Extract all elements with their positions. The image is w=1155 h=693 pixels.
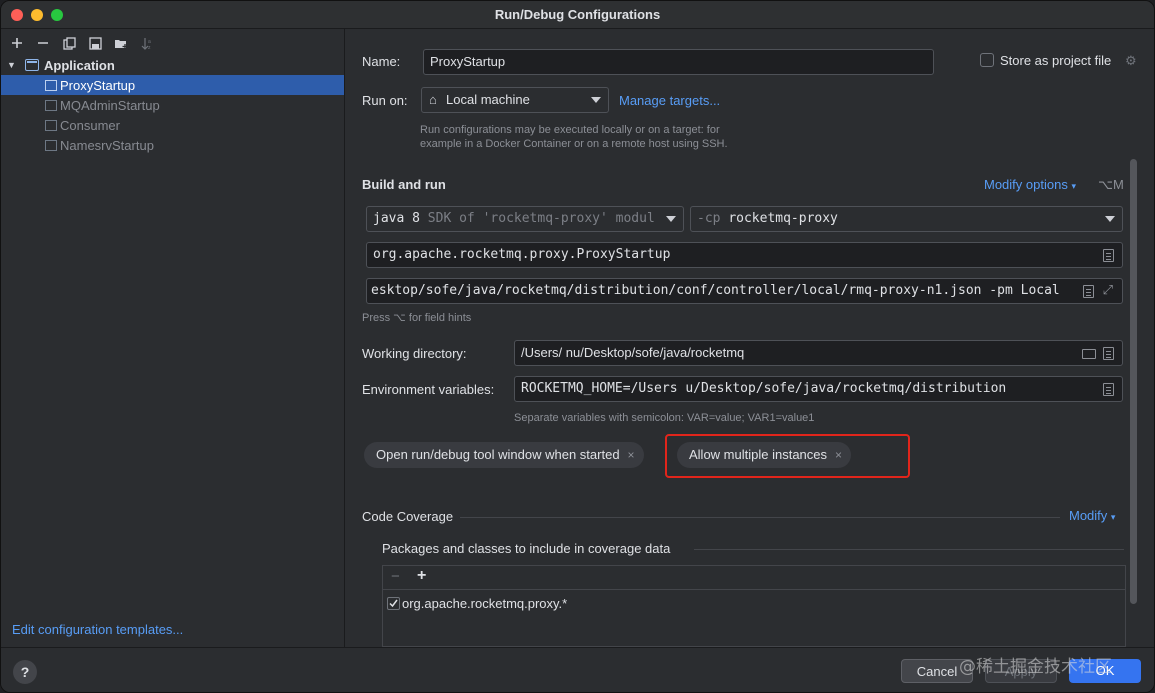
run-on-value: Local machine <box>446 92 530 107</box>
minimize-window-button[interactable] <box>31 9 43 21</box>
close-icon[interactable]: × <box>628 442 635 468</box>
folder-icon[interactable] <box>1082 349 1096 359</box>
sort-icon[interactable]: az <box>137 33 157 53</box>
coverage-packages-label: Packages and classes to include in cover… <box>382 541 671 556</box>
field-hints-note: Press ⌥ for field hints <box>362 312 472 324</box>
remove-icon[interactable] <box>33 33 53 53</box>
classpath-dropdown[interactable]: -cp rocketmq-proxy <box>690 206 1123 232</box>
chevron-down-icon <box>591 97 601 103</box>
chevron-down-icon: ▾ <box>1110 512 1116 522</box>
config-icon <box>45 139 57 151</box>
run-on-dropdown[interactable]: ⌂ Local machine <box>421 87 609 113</box>
scrollbar[interactable] <box>1130 159 1137 604</box>
chevron-down-icon <box>1105 216 1115 222</box>
watermark: @稀土掘金技术社区 <box>959 657 1112 677</box>
program-args-value: esktop/sofe/java/rocketmq/distribution/c… <box>371 283 1060 298</box>
tree-item-consumer[interactable]: Consumer <box>1 115 344 135</box>
coverage-list: − + org.apache.rocketmq.proxy.* <box>382 565 1126 647</box>
workdir-label: Working directory: <box>362 346 467 361</box>
jdk-value: java 8 <box>373 211 420 226</box>
tree-item-label: MQAdminStartup <box>60 97 160 113</box>
manage-targets-link[interactable]: Manage targets... <box>619 93 720 108</box>
chevron-down-icon[interactable]: ▼ <box>7 60 19 70</box>
macro-icon[interactable] <box>1083 285 1094 298</box>
build-and-run-title: Build and run <box>362 177 446 192</box>
store-project-checkbox[interactable] <box>980 53 994 67</box>
browse-icon[interactable] <box>1103 249 1114 262</box>
macro-icon[interactable] <box>1103 347 1114 360</box>
config-icon <box>45 99 57 111</box>
config-icon <box>45 119 57 131</box>
list-item[interactable]: org.apache.rocketmq.proxy.* <box>387 596 567 611</box>
tree-toolbar: az <box>7 33 157 53</box>
svg-text:z: z <box>148 45 151 50</box>
jdk-dropdown[interactable]: java 8 SDK of 'rocketmq-proxy' modul <box>366 206 684 232</box>
checkbox-checked[interactable] <box>387 597 400 610</box>
store-project-label: Store as project file <box>1000 53 1112 68</box>
main-class-value: org.apache.rocketmq.proxy.ProxyStartup <box>373 247 671 262</box>
run-on-hint-line1: Run configurations may be executed local… <box>420 124 720 136</box>
code-coverage-title: Code Coverage <box>362 509 454 524</box>
tree-item-label: ProxyStartup <box>60 77 136 93</box>
env-hint: Separate variables with semicolon: VAR=v… <box>514 412 815 424</box>
main-class-field[interactable]: org.apache.rocketmq.proxy.ProxyStartup <box>366 242 1123 268</box>
tree-item-mqadminstartup[interactable]: MQAdminStartup <box>1 95 344 115</box>
tree-item-proxystartup[interactable]: ProxyStartup <box>1 75 344 95</box>
add-icon[interactable] <box>7 33 27 53</box>
config-form-panel: Name: ProxyStartup Store as project file… <box>346 29 1154 647</box>
expand-icon[interactable]: ⤢ <box>1100 279 1115 303</box>
highlight-box <box>665 434 910 478</box>
modify-options-shortcut: ⌥M <box>1098 177 1124 192</box>
chevron-down-icon: ▾ <box>1071 181 1076 191</box>
program-args-field[interactable]: esktop/sofe/java/rocketmq/distribution/c… <box>366 278 1123 304</box>
remove-icon[interactable]: − <box>391 568 400 585</box>
tree-group-label: Application <box>44 57 115 73</box>
close-window-button[interactable] <box>11 9 23 21</box>
add-icon[interactable]: + <box>417 567 426 585</box>
env-label: Environment variables: <box>362 382 495 397</box>
home-icon: ⌂ <box>429 92 437 107</box>
name-field[interactable]: ProxyStartup <box>423 49 934 75</box>
config-tree-panel: az ▼ Application ProxyStartup MQAdminSta… <box>1 29 345 647</box>
chevron-down-icon <box>666 216 676 222</box>
run-on-label: Run on: <box>362 93 408 108</box>
tree-item-namesrvstartup[interactable]: NamesrvStartup <box>1 135 344 155</box>
copy-icon[interactable] <box>59 33 79 53</box>
gear-icon[interactable]: ⚙ <box>1125 53 1137 69</box>
name-label: Name: <box>362 54 401 69</box>
help-button[interactable]: ? <box>13 660 37 684</box>
coverage-entry-label: org.apache.rocketmq.proxy.* <box>402 596 568 611</box>
edit-templates-link[interactable]: Edit configuration templates... <box>12 622 183 637</box>
run-on-hint-line2: example in a Docker Container or on a re… <box>420 138 728 150</box>
title-bar: Run/Debug Configurations <box>1 1 1154 29</box>
env-value: ROCKETMQ_HOME=/Users u/Desktop/sofe/java… <box>521 381 1007 396</box>
modify-options-label: Modify options <box>984 177 1068 192</box>
section-divider <box>460 517 1060 518</box>
tree-group-application[interactable]: ▼ Application <box>1 55 344 75</box>
save-icon[interactable] <box>85 33 105 53</box>
tree-item-label: NamesrvStartup <box>60 137 154 153</box>
workdir-value: /Users/ nu/Desktop/sofe/java/rocketmq <box>521 345 745 360</box>
env-field[interactable]: ROCKETMQ_HOME=/Users u/Desktop/sofe/java… <box>514 376 1123 402</box>
chip-label: Open run/debug tool window when started <box>376 447 620 462</box>
run-debug-dialog: Run/Debug Configurations az ▼ Applicatio… <box>0 0 1155 693</box>
coverage-toolbar: − + <box>383 566 1125 590</box>
jdk-hint: SDK of 'rocketmq-proxy' modul <box>427 211 655 226</box>
cp-prefix: -cp <box>697 211 721 226</box>
folder-add-icon[interactable] <box>111 33 131 53</box>
chip-open-tool-window[interactable]: Open run/debug tool window when started … <box>364 442 644 468</box>
tree-item-label: Consumer <box>60 117 120 133</box>
workdir-field[interactable]: /Users/ nu/Desktop/sofe/java/rocketmq <box>514 340 1123 366</box>
coverage-modify-link[interactable]: Modify ▾ <box>1069 508 1115 523</box>
zoom-window-button[interactable] <box>51 9 63 21</box>
application-icon <box>25 59 39 71</box>
edit-env-icon[interactable] <box>1103 383 1114 396</box>
modify-options-link[interactable]: Modify options ▾ <box>984 177 1076 192</box>
cp-value: rocketmq-proxy <box>728 211 838 226</box>
dialog-footer: ? Cancel Apply OK @稀土掘金技术社区 <box>1 647 1154 692</box>
coverage-modify-label: Modify <box>1069 508 1108 523</box>
window-title: Run/Debug Configurations <box>494 7 661 22</box>
section-divider <box>694 549 1124 550</box>
config-icon <box>45 79 57 91</box>
